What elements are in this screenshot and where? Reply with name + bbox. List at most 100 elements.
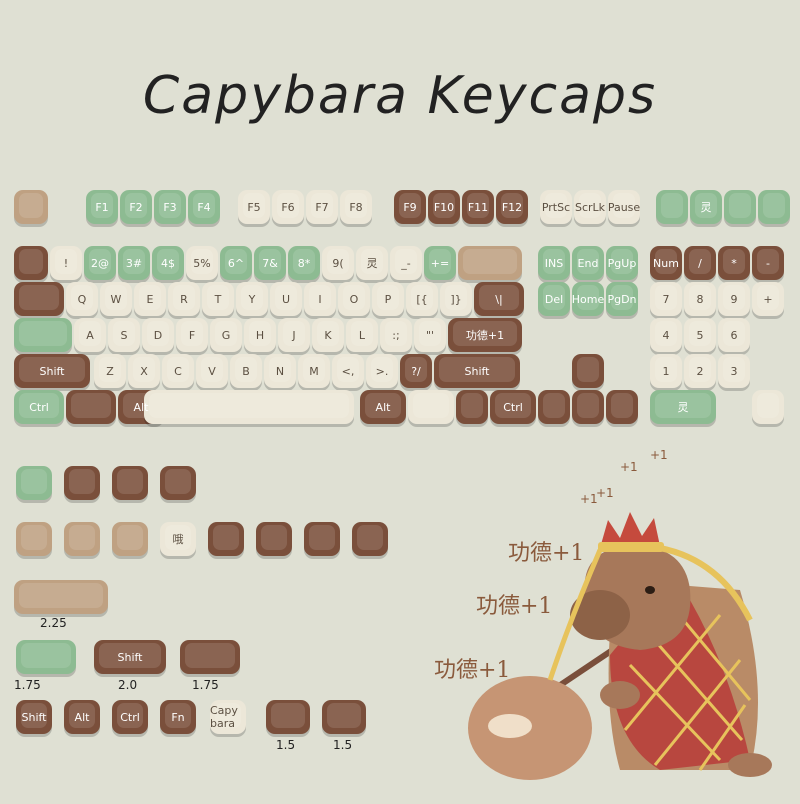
keycap-label: B (242, 364, 250, 378)
keycap-label: 6^ (227, 256, 245, 270)
extra-keycap (112, 522, 148, 556)
keycap-label: F1 (95, 200, 109, 214)
keycap-face (271, 703, 305, 728)
keycap-label: Alt (375, 400, 391, 414)
keycap-face (185, 643, 235, 668)
keycap-label: 2 (696, 364, 704, 378)
keycap-label: 5% (193, 256, 211, 270)
keycap-face (261, 525, 287, 550)
keycap-label: 3 (730, 364, 738, 378)
keycap-label: K (324, 328, 332, 342)
keycap-label: 功德+1 (465, 329, 505, 342)
keycap-label: / (698, 256, 702, 270)
extra-keycap (266, 700, 310, 734)
keycap-label: F9 (403, 200, 417, 214)
keycap-face (69, 525, 95, 550)
keycap-label: F4 (197, 200, 211, 214)
size-label-1-75-b: 1.75 (192, 678, 219, 692)
extra-keycap: Ctrl (112, 700, 148, 734)
keycap-label: V (208, 364, 216, 378)
keycap-label: U (281, 292, 291, 306)
keycap-label: >. (375, 364, 389, 378)
keycap-label: F6 (281, 200, 295, 214)
extra-keycap: 哦 (160, 522, 196, 556)
keycap-label: X (140, 364, 148, 378)
keycap-face (357, 525, 383, 550)
keycap-label: [{ (416, 292, 428, 306)
keycap-label: PgUp (607, 256, 637, 270)
keycap-label: _- (401, 256, 411, 270)
keycap-label: 2@ (91, 256, 109, 270)
keycap-label: 灵 (700, 201, 712, 214)
keycap-label: :; (392, 328, 400, 342)
keycap-label: C (174, 364, 182, 378)
keycap-label: * (731, 256, 737, 270)
keycap-label: 9( (332, 256, 344, 270)
keycap-label: F8 (349, 200, 363, 214)
keycap-label: 7 (662, 292, 670, 306)
keycap-label: Home (571, 292, 605, 306)
keycap-label: H (255, 328, 265, 342)
size-label-1-5-a: 1.5 (276, 738, 296, 752)
size-label-1-5-b: 1.5 (333, 738, 353, 752)
keycap-label: <, (341, 364, 355, 378)
keycap-label: ! (63, 256, 69, 270)
keycap-face (165, 469, 191, 494)
keycap-label: PrtSc (541, 200, 571, 214)
keycap-face (69, 469, 95, 494)
extra-keycap (14, 580, 108, 614)
keycap-face (327, 703, 361, 728)
keycap-label: T (214, 292, 222, 306)
keycap-label: F7 (315, 200, 329, 214)
extra-keycap (352, 522, 388, 556)
keycap-label: A (86, 328, 94, 342)
merit-text-3: 功德+1 (434, 658, 511, 683)
keycap-label: Capy bara (210, 704, 238, 730)
keycap-label: 7& (262, 256, 278, 270)
keycap-face (117, 469, 143, 494)
keycap-face (21, 469, 47, 494)
keycap-label: Alt (133, 400, 149, 414)
keycap-label: 8* (297, 256, 311, 270)
keycap-label: 哦 (172, 533, 184, 546)
keycap-label: Shift (117, 650, 143, 664)
plus-one-1: +1 (620, 460, 638, 474)
keycap-label: Shift (21, 710, 47, 724)
extra-keycap: Alt (64, 700, 100, 734)
extra-keycap (16, 640, 76, 674)
keycap-label: Ctrl (29, 400, 49, 414)
keycap-label: Fn (171, 710, 185, 724)
keycap-face (213, 525, 239, 550)
keycap-label: G (221, 328, 231, 342)
keycap-label: F2 (129, 200, 143, 214)
extra-keycap (16, 522, 52, 556)
keycap-label: F12 (501, 200, 523, 214)
keycap-label: J (292, 328, 296, 342)
keycap-label: += (430, 256, 450, 270)
plus-one-2: +1 (650, 448, 668, 462)
keycap-label: 9 (730, 292, 738, 306)
keycap-label: ScrLk (574, 200, 606, 214)
keycap-label: W (110, 292, 122, 306)
keycap-label: Z (106, 364, 114, 378)
keycap-label: 灵 (366, 257, 378, 270)
keycap-label: - (766, 256, 770, 270)
keycap-label: 4$ (161, 256, 175, 270)
extra-keycap: Shift (94, 640, 166, 674)
keycap-label: Ctrl (503, 400, 523, 414)
extra-keycap (160, 466, 196, 500)
keycap-label: P (384, 292, 392, 306)
keycap-label: 1 (662, 364, 670, 378)
size-label-2-0: 2.0 (118, 678, 138, 692)
keycap-label: ?/ (411, 364, 421, 378)
keycap-label: O (349, 292, 359, 306)
keycap-label: Pause (607, 200, 641, 214)
keycap-label: F11 (467, 200, 489, 214)
size-label-2-25: 2.25 (40, 616, 67, 630)
keycap-label: R (180, 292, 188, 306)
extra-keycap (16, 466, 52, 500)
keycap-label: "' (425, 328, 435, 342)
keycap-label: 灵 (677, 401, 689, 414)
keycap-label: F3 (163, 200, 177, 214)
keycap-label: INS (544, 256, 564, 270)
